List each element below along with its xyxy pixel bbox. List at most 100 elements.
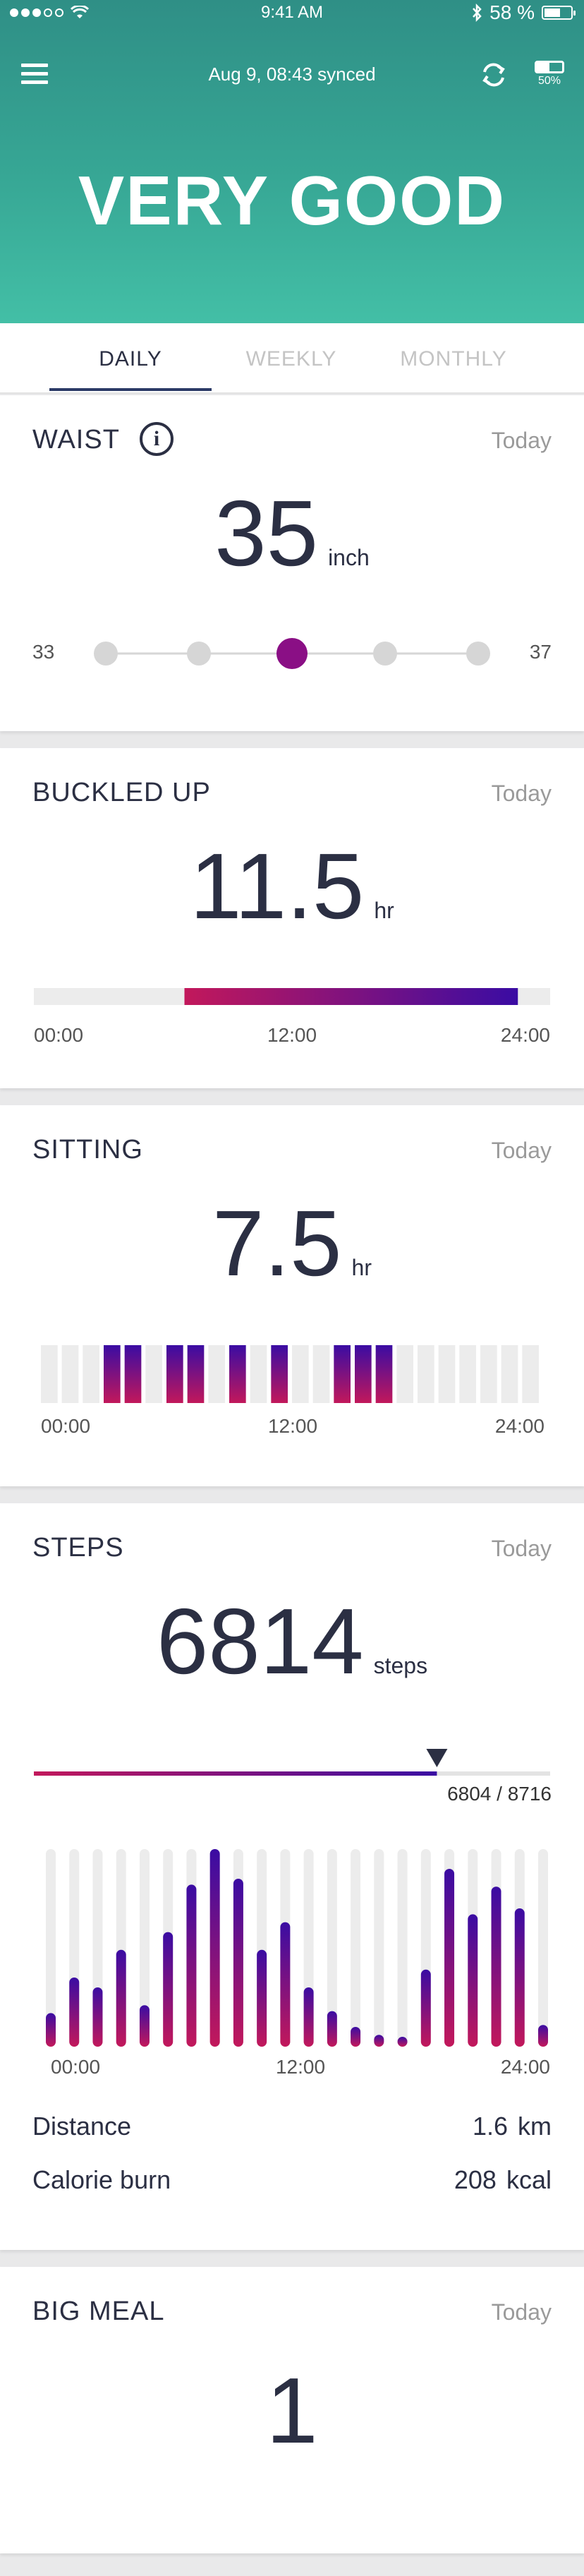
sitting-hour-bar [166,1345,183,1403]
device-battery-label: 50% [537,75,561,87]
app-header: 9:41 AM 58 % Aug 9, 08:43 synced 50% VER… [0,0,584,323]
info-icon[interactable]: i [140,422,174,456]
sitting-hour-bar [292,1345,309,1403]
sitting-hour-bar [334,1345,351,1403]
sitting-hour-bar [418,1345,434,1403]
sitting-hour-bar [41,1345,58,1403]
sitting-hour-bar [480,1345,497,1403]
steps-hourly-chart: 00:00 12:00 24:00 [46,1849,550,2075]
card-title: BIG MEAL [32,2297,165,2326]
progress-marker-icon [426,1749,448,1767]
steps-hour-bar [92,1987,103,2047]
tick-label: 12:00 [268,1415,317,1437]
steps-hour-bar [69,1978,80,2047]
sitting-hour-bar [396,1345,413,1403]
sitting-hourly-chart: 00:00 12:00 24:00 [41,1345,545,1437]
sitting-hour-bar [124,1345,142,1403]
tab-weekly[interactable]: WEEKLY [210,347,372,371]
sitting-hour-bar [271,1345,288,1403]
sitting-hour-bar [208,1345,225,1403]
tick-label: 12:00 [267,1024,317,1046]
waist-scale-slider[interactable] [0,621,584,685]
steps-hour-bar [303,1987,314,2047]
steps-hour-bar [444,1869,455,2047]
sitting-hour-bar [145,1345,162,1403]
status-headline: VERY GOOD [78,162,506,239]
steps-hour-bar [351,2027,361,2047]
sitting-hour-bar [61,1345,79,1403]
sitting-hour-bar [187,1345,205,1403]
steps-hour-bar [116,1949,126,2047]
bluetooth-icon [473,4,482,22]
tick-label: 24:00 [501,2056,550,2075]
calorie-row: Calorie burn 208 kcal [32,2165,552,2194]
sitting-hour-bar [355,1345,372,1403]
steps-value: 6814 steps [156,1589,428,1693]
tick-label: 12:00 [276,2056,325,2075]
sitting-hour-bar [459,1345,476,1403]
steps-hour-bar [538,2025,548,2047]
steps-hour-bar [163,1932,174,2047]
buckled-up-card[interactable]: BUCKLED UP Today 11.5 hr 00:00 12:00 24:00 [0,748,584,1088]
tick-label: 24:00 [501,1024,550,1046]
steps-hour-bar [374,2035,384,2047]
steps-hour-bar [491,1886,501,2047]
tab-daily[interactable]: DAILY [49,347,212,371]
card-title: STEPS [32,1533,124,1563]
big-meal-value: 1 [266,2359,318,2462]
steps-hour-bar [420,1969,431,2047]
sitting-hour-bar [250,1345,267,1403]
steps-hour-bar [233,1879,243,2047]
card-title: BUCKLED UP [32,778,211,807]
steps-hour-bar [397,2037,408,2047]
device-battery-icon[interactable]: 50% [532,59,567,95]
card-date: Today [491,2299,552,2325]
distance-row: Distance 1.6 km [32,2112,552,2141]
steps-hour-bar [514,1908,525,2047]
steps-progress-label: 6804 / 8716 [447,1783,552,1805]
waist-selected-dot [276,638,308,669]
waist-card[interactable]: WAIST i Today 35 inch 33 37 [0,395,584,731]
status-bar: 9:41 AM 58 % [0,0,584,28]
steps-hour-bar [46,2013,56,2047]
steps-hour-track [538,1849,548,2047]
buckled-up-timeline: 00:00 12:00 24:00 [34,988,550,1046]
waist-scale-dot [373,642,397,666]
steps-card[interactable]: STEPS Today 6814 steps 6804 / 8716 00:00 1… [0,1503,584,2250]
big-meal-card[interactable]: BIG MEAL Today 1 [0,2267,584,2553]
card-date: Today [491,781,552,806]
waist-value: 35 inch [214,481,370,585]
steps-hour-track [397,1849,408,2047]
refresh-icon[interactable] [478,59,509,90]
card-date: Today [491,428,552,453]
waist-scale-dot [466,642,490,666]
card-date: Today [491,1138,552,1163]
sitting-hour-bar [375,1345,393,1403]
battery-percent: 58 % [489,1,535,23]
sitting-hour-bar [104,1345,121,1403]
sitting-value: 7.5 hr [212,1191,372,1295]
sitting-hour-bar [229,1345,246,1403]
buckled-range-bar [184,988,518,1005]
sitting-hour-bar [438,1345,456,1403]
tick-label: 00:00 [41,1415,90,1437]
steps-hour-bar [186,1884,197,2047]
steps-hour-bar [280,1922,291,2047]
tick-label: 00:00 [51,2056,100,2075]
sitting-hour-bar [501,1345,518,1403]
steps-hour-track [374,1849,384,2047]
sitting-hour-bar [312,1345,330,1403]
battery-icon [542,6,576,20]
sitting-hour-bar [83,1345,99,1403]
steps-hour-bar [468,1914,478,2047]
sitting-card[interactable]: SITTING Today 7.5 hr 00:00 12:00 24:00 [0,1105,584,1486]
progress-fill [34,1771,437,1776]
waist-scale-dot [94,642,118,666]
tick-label: 24:00 [495,1415,545,1437]
steps-hour-bar [139,2005,150,2047]
steps-hour-bar [257,1949,267,2047]
sitting-hour-bar [522,1345,539,1403]
tab-monthly[interactable]: MONTHLY [372,347,535,371]
card-title: WAIST [32,425,120,455]
period-tabs: DAILY WEEKLY MONTHLY [0,323,584,394]
